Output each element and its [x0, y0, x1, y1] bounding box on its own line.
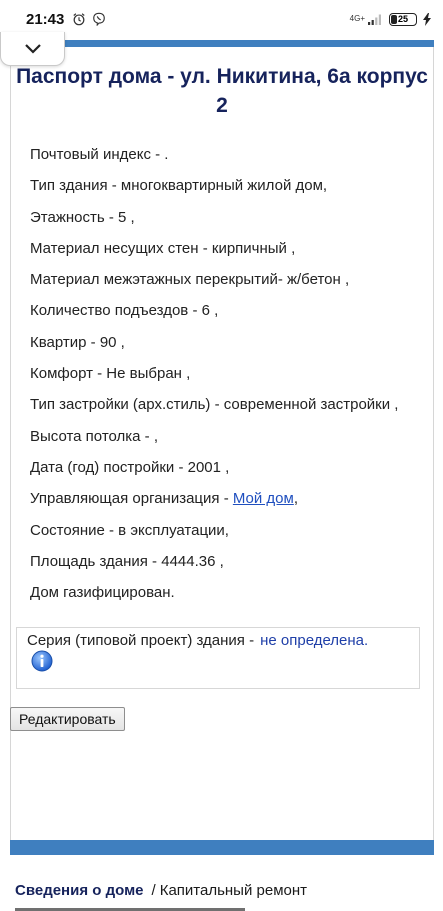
charging-icon — [423, 12, 431, 26]
header-bar — [10, 40, 434, 47]
signal-icon — [368, 14, 381, 25]
status-right: 4G+ 25 — [350, 12, 431, 26]
property-build-year: Дата (год) постройки - 2001 , — [30, 458, 230, 476]
property-state: Состояние - в эксплуатации, — [30, 521, 229, 539]
viber-icon — [93, 12, 106, 26]
info-icon[interactable] — [31, 650, 53, 672]
breadcrumb: Сведения о доме / Капитальный ремонт — [15, 882, 307, 899]
management-label: Управляющая организация - — [30, 490, 233, 508]
breadcrumb-separator: / — [151, 882, 156, 899]
edit-button[interactable]: Редактировать — [10, 707, 125, 731]
property-building-type: Тип здания - многоквартирный жилой дом, — [30, 177, 328, 195]
status-bar: 21:43 4G+ 25 — [0, 0, 443, 38]
series-label: Серия (типовой проект) здания - — [27, 632, 255, 649]
management-link[interactable]: Мой дом — [233, 490, 294, 507]
house-properties: Почтовый индекс - . Тип здания - многокв… — [30, 145, 398, 614]
battery-fill — [391, 14, 397, 24]
property-management: Управляющая организация - Мой дом, — [30, 489, 398, 520]
battery-level: 25 — [397, 14, 408, 24]
breadcrumb-capital-repair[interactable]: Капитальный ремонт — [160, 882, 307, 899]
series-value: не определена. — [260, 632, 369, 649]
alarm-icon — [73, 13, 85, 26]
property-area: Площадь здания - 4444.36 , — [30, 552, 224, 570]
series-row: Серия (типовой проект) здания - не опреде… — [27, 631, 409, 651]
property-ceiling-height: Высота потолка - , — [30, 427, 159, 445]
property-floors: Этажность - 5 , — [30, 208, 135, 226]
collapse-button[interactable] — [0, 32, 65, 66]
property-apartments: Квартир - 90 , — [30, 333, 125, 351]
property-gas: Дом газифицирован. — [30, 584, 175, 602]
property-architecture-style: Тип застройки (арх.стиль) - современной … — [30, 396, 399, 414]
property-wall-material: Материал несущих стен - кирпичный , — [30, 239, 296, 257]
management-suffix: , — [293, 490, 298, 508]
breadcrumb-house-info[interactable]: Сведения о доме — [15, 882, 144, 899]
property-comfort: Комфорт - Не выбран , — [30, 365, 191, 383]
chevron-down-icon — [24, 43, 41, 54]
page-title: Паспорт дома - ул. Никитина, 6а корпус 2 — [16, 65, 428, 117]
footer-bar — [10, 840, 434, 855]
network-label: 4G+ — [349, 14, 365, 23]
status-time: 21:43 — [26, 10, 65, 28]
property-entrances: Количество подъездов - 6 , — [30, 302, 219, 320]
property-floor-material: Материал межэтажных перекрытий- ж/бетон … — [30, 271, 350, 289]
battery-indicator: 25 — [389, 12, 417, 26]
network-indicator: 4G+ — [350, 13, 383, 26]
series-box: Серия (типовой проект) здания - не опреде… — [16, 627, 420, 689]
property-postal-code: Почтовый индекс - . — [30, 146, 169, 163]
